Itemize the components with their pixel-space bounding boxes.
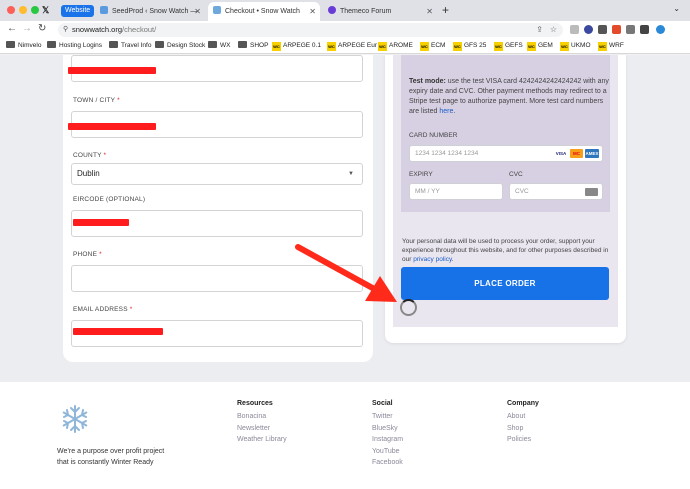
footer-link-bluesky[interactable]: BlueSky (372, 423, 403, 435)
footer-column-resources: Resources Bonacina Newsletter Weather Li… (237, 400, 287, 446)
footer-heading: Social (372, 400, 393, 407)
footer-heading: Resources (237, 400, 273, 407)
site-footer: We’re a purpose over profit project that… (0, 382, 690, 489)
footer-link-facebook[interactable]: Facebook (372, 457, 403, 469)
footer-column-social: Social Twitter BlueSky Instagram YouTube… (372, 400, 403, 469)
footer-link-about[interactable]: About (507, 411, 539, 423)
footer-link-weather-library[interactable]: Weather Library (237, 434, 287, 446)
footer-column-company: Company About Shop Policies (507, 400, 539, 446)
footer-heading: Company (507, 400, 539, 407)
footer-link-instagram[interactable]: Instagram (372, 434, 403, 446)
footer-link-youtube[interactable]: YouTube (372, 446, 403, 458)
footer-tagline: We’re a purpose over profit project that… (57, 446, 164, 468)
footer-link-twitter[interactable]: Twitter (372, 411, 403, 423)
snowflake-logo-icon (62, 405, 88, 433)
footer-link-bonacina[interactable]: Bonacina (237, 411, 287, 423)
footer-link-newsletter[interactable]: Newsletter (237, 423, 287, 435)
tagline-line: We’re a purpose over profit project (57, 448, 165, 455)
tagline-line: that is constantly Winter Ready (57, 459, 154, 466)
footer-link-shop[interactable]: Shop (507, 423, 539, 435)
footer-link-policies[interactable]: Policies (507, 434, 539, 446)
